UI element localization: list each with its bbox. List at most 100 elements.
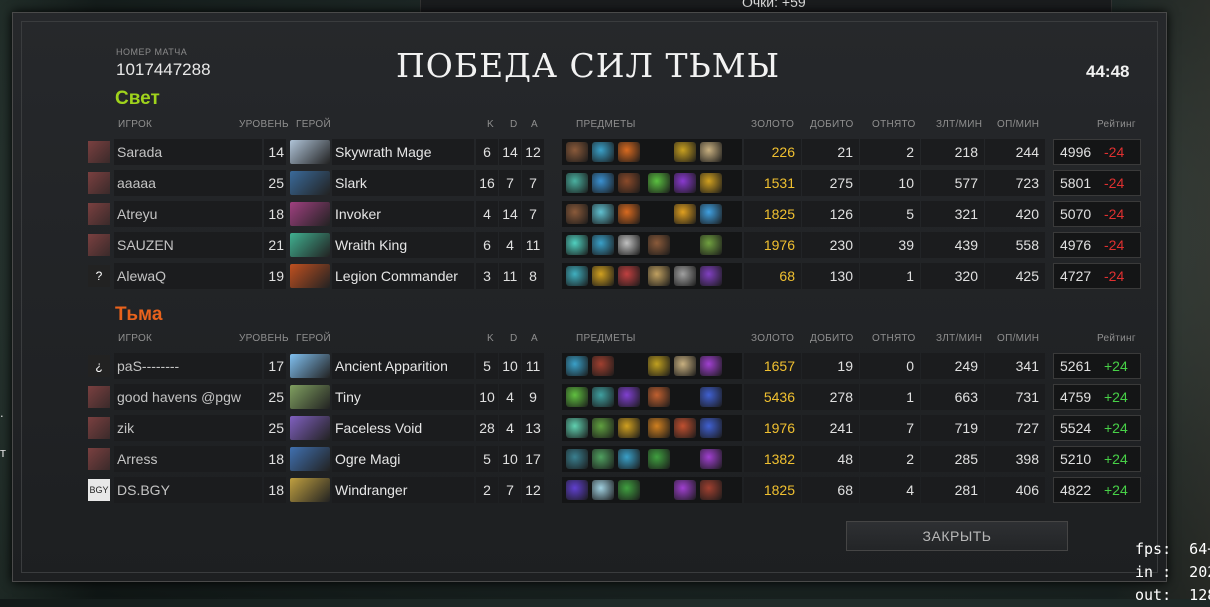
item-icon[interactable]: [674, 173, 696, 193]
item-icon[interactable]: [618, 204, 640, 224]
item-icon[interactable]: [618, 142, 640, 162]
player-name[interactable]: AlewaQ: [114, 263, 262, 289]
item-icon[interactable]: [618, 173, 640, 193]
item-icon[interactable]: [648, 449, 670, 469]
hero-portrait-icon[interactable]: [290, 354, 330, 378]
item-icon[interactable]: [592, 204, 614, 224]
player-name[interactable]: zik: [114, 415, 262, 441]
item-icon[interactable]: [674, 356, 696, 376]
hero-portrait-icon[interactable]: [290, 233, 330, 257]
item-icon[interactable]: [618, 387, 640, 407]
player-avatar[interactable]: [88, 448, 110, 470]
hero-portrait-icon[interactable]: [290, 140, 330, 164]
player-name[interactable]: SAUZEN: [114, 232, 262, 258]
item-icon[interactable]: [700, 418, 722, 438]
player-row[interactable]: ¿ paS-------- 17 Ancient Apparition 5 10 11 165…: [88, 353, 1045, 379]
player-row[interactable]: aaaaa 25 Slark 16 7 7 1531 275 10 577 723: [88, 170, 1045, 196]
item-icon[interactable]: [700, 204, 722, 224]
item-icon[interactable]: [648, 356, 670, 376]
item-icon[interactable]: [566, 204, 588, 224]
player-row[interactable]: ? AlewaQ 19 Legion Commander 3 11 8 68 130 1 320 42…: [88, 263, 1045, 289]
item-icon[interactable]: [566, 449, 588, 469]
player-avatar[interactable]: ¿: [88, 355, 110, 377]
item-icon[interactable]: [700, 356, 722, 376]
item-icon[interactable]: [618, 480, 640, 500]
item-icon[interactable]: [674, 449, 696, 469]
player-name[interactable]: Arress: [114, 446, 262, 472]
item-icon[interactable]: [700, 387, 722, 407]
item-icon[interactable]: [566, 387, 588, 407]
item-icon[interactable]: [648, 418, 670, 438]
player-name[interactable]: aaaaa: [114, 170, 262, 196]
close-button[interactable]: ЗАКРЫТЬ: [846, 521, 1068, 551]
item-icon[interactable]: [566, 356, 588, 376]
player-name[interactable]: DS.BGY: [114, 477, 262, 503]
player-avatar[interactable]: [88, 141, 110, 163]
item-icon[interactable]: [648, 235, 670, 255]
player-row[interactable]: good havens @pgw 25 Tiny 10 4 9 5436 278 1 663 731: [88, 384, 1045, 410]
hero-portrait-icon[interactable]: [290, 264, 330, 288]
player-avatar[interactable]: [88, 172, 110, 194]
player-name[interactable]: paS--------: [114, 353, 262, 379]
player-avatar[interactable]: ?: [88, 265, 110, 287]
player-name[interactable]: Sarada: [114, 139, 262, 165]
player-avatar[interactable]: [88, 234, 110, 256]
item-icon[interactable]: [618, 235, 640, 255]
player-avatar[interactable]: [88, 203, 110, 225]
item-icon[interactable]: [674, 480, 696, 500]
item-icon[interactable]: [648, 480, 670, 500]
hero-portrait-icon[interactable]: [290, 447, 330, 471]
item-icon[interactable]: [648, 173, 670, 193]
player-name[interactable]: Atreyu: [114, 201, 262, 227]
item-icon[interactable]: [592, 235, 614, 255]
item-icon[interactable]: [648, 142, 670, 162]
player-name[interactable]: good havens @pgw: [114, 384, 262, 410]
item-icon[interactable]: [566, 235, 588, 255]
item-icon[interactable]: [566, 142, 588, 162]
player-row[interactable]: Arress 18 Ogre Magi 5 10 17 1382 48 2 285 398: [88, 446, 1045, 472]
item-icon[interactable]: [648, 204, 670, 224]
item-icon[interactable]: [592, 173, 614, 193]
item-icon[interactable]: [592, 449, 614, 469]
hero-portrait-icon[interactable]: [290, 171, 330, 195]
item-icon[interactable]: [648, 266, 670, 286]
item-icon[interactable]: [700, 235, 722, 255]
item-icon[interactable]: [700, 480, 722, 500]
item-icon[interactable]: [648, 387, 670, 407]
item-icon[interactable]: [618, 449, 640, 469]
item-icon[interactable]: [592, 480, 614, 500]
item-icon[interactable]: [566, 173, 588, 193]
item-icon[interactable]: [674, 266, 696, 286]
player-row[interactable]: SAUZEN 21 Wraith King 6 4 11 1976 230 39 439 558: [88, 232, 1045, 258]
item-icon[interactable]: [566, 418, 588, 438]
item-icon[interactable]: [618, 266, 640, 286]
item-icon[interactable]: [674, 235, 696, 255]
item-icon[interactable]: [674, 204, 696, 224]
item-icon[interactable]: [618, 418, 640, 438]
item-icon[interactable]: [618, 356, 640, 376]
item-icon[interactable]: [592, 387, 614, 407]
item-icon[interactable]: [700, 142, 722, 162]
hero-portrait-icon[interactable]: [290, 478, 330, 502]
player-row[interactable]: Sarada 14 Skywrath Mage 6 14 12 226 21 2 218 244: [88, 139, 1045, 165]
item-icon[interactable]: [592, 418, 614, 438]
player-row[interactable]: Atreyu 18 Invoker 4 14 7 1825 126 5 321 420: [88, 201, 1045, 227]
player-avatar[interactable]: BGY: [88, 479, 110, 501]
item-icon[interactable]: [592, 266, 614, 286]
item-icon[interactable]: [566, 480, 588, 500]
item-icon[interactable]: [700, 266, 722, 286]
hero-portrait-icon[interactable]: [290, 202, 330, 226]
item-icon[interactable]: [674, 387, 696, 407]
item-icon[interactable]: [700, 173, 722, 193]
item-icon[interactable]: [674, 142, 696, 162]
player-avatar[interactable]: [88, 417, 110, 439]
player-row[interactable]: BGY DS.BGY 18 Windranger 2 7 12 1825 68 4 281 406: [88, 477, 1045, 503]
item-icon[interactable]: [700, 449, 722, 469]
hero-portrait-icon[interactable]: [290, 416, 330, 440]
player-avatar[interactable]: [88, 386, 110, 408]
player-row[interactable]: zik 25 Faceless Void 28 4 13 1976 241 7 719 727: [88, 415, 1045, 441]
item-icon[interactable]: [566, 266, 588, 286]
item-icon[interactable]: [592, 356, 614, 376]
item-icon[interactable]: [674, 418, 696, 438]
item-icon[interactable]: [592, 142, 614, 162]
